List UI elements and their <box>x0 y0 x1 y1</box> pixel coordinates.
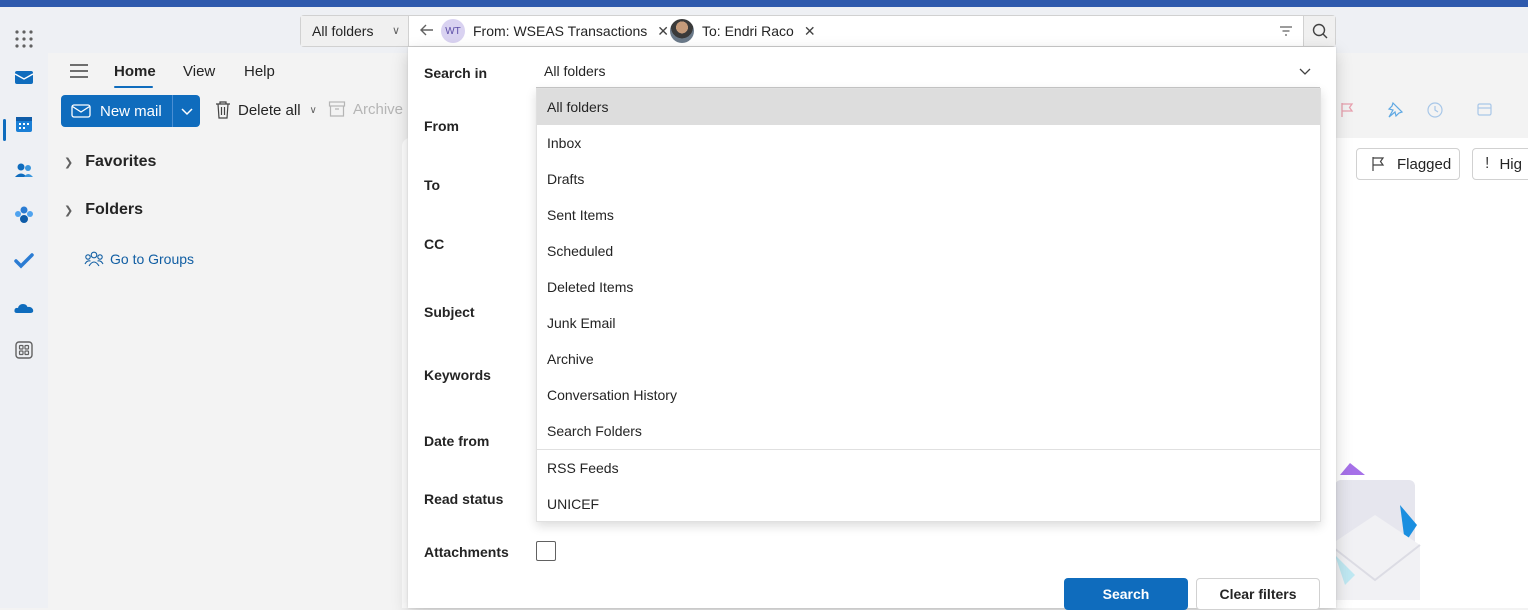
calendar-icon[interactable] <box>12 112 36 136</box>
archive-button[interactable]: Archive <box>328 100 403 118</box>
dropdown-option-scheduled[interactable]: Scheduled <box>537 233 1320 269</box>
top-accent-bar <box>0 0 1528 7</box>
filter-icon[interactable] <box>1277 22 1295 40</box>
mail-icon[interactable] <box>12 65 36 89</box>
dropdown-option-inbox[interactable]: Inbox <box>537 125 1320 161</box>
clear-filters-button[interactable]: Clear filters <box>1196 578 1320 610</box>
cc-label: CC <box>424 236 445 252</box>
chevron-down-icon[interactable]: ∨ <box>310 105 317 116</box>
groups-icon <box>84 251 104 267</box>
from-label: From <box>424 118 459 134</box>
dropdown-option-conversation-history[interactable]: Conversation History <box>537 377 1320 413</box>
new-mail-button[interactable]: New mail <box>61 95 172 127</box>
trash-icon <box>216 101 230 119</box>
pin-icon[interactable] <box>1386 101 1404 119</box>
archive-label: Archive <box>353 100 404 118</box>
clock-icon[interactable] <box>1426 101 1444 119</box>
chevron-down-icon: ∨ <box>391 25 400 37</box>
app-rail <box>0 53 48 608</box>
flagged-filter-button[interactable]: Flagged <box>1356 148 1460 180</box>
keywords-label: Keywords <box>424 367 491 383</box>
dropdown-option-archive[interactable]: Archive <box>537 341 1320 377</box>
go-to-groups-label: Go to Groups <box>110 251 195 267</box>
exclamation-icon: ! <box>1485 155 1490 172</box>
chevron-down-icon[interactable] <box>1298 64 1312 78</box>
attachments-checkbox[interactable] <box>536 541 556 561</box>
attachments-label: Attachments <box>424 544 509 560</box>
mail-icon <box>71 104 91 118</box>
from-filter-chip[interactable]: WT From: WSEAS Transactions ✕ <box>441 18 669 44</box>
search-box[interactable]: All folders ∨ WT From: WSEAS Transaction… <box>300 15 1336 47</box>
people-icon[interactable] <box>12 158 36 182</box>
dropdown-option-rss-feeds[interactable]: RSS Feeds <box>537 450 1320 486</box>
tab-view[interactable]: View <box>183 63 215 80</box>
high-label: Hig <box>1499 155 1522 173</box>
folders-node[interactable]: ❯ Folders <box>64 201 143 219</box>
flagged-label: Flagged <box>1397 155 1452 173</box>
close-icon[interactable]: ✕ <box>804 23 816 40</box>
tab-home[interactable]: Home <box>114 63 156 80</box>
chip-label: To: Endri Raco <box>702 23 794 39</box>
favorites-label: Favorites <box>85 153 157 170</box>
to-label: To <box>424 177 441 193</box>
apps-icon[interactable] <box>12 338 36 362</box>
read-status-label: Read status <box>424 491 504 507</box>
chevron-right-icon: ❯ <box>64 156 74 169</box>
tab-home-indicator <box>114 86 153 88</box>
to-filter-chip[interactable]: To: Endri Raco ✕ <box>670 18 816 44</box>
dropdown-option-all-folders[interactable]: All folders <box>537 89 1320 125</box>
delete-all-button[interactable]: Delete all ∨ <box>214 100 317 120</box>
dropdown-option-deleted-items[interactable]: Deleted Items <box>537 269 1320 305</box>
search-button[interactable] <box>1303 16 1335 46</box>
avatar <box>670 19 694 43</box>
categorize-icon[interactable] <box>1476 101 1494 119</box>
dropdown-option-unicef[interactable]: UNICEF <box>537 486 1320 522</box>
search-scope-dropdown[interactable]: All folders ∨ <box>301 16 409 46</box>
search-in-dropdown-list: All folders Inbox Drafts Sent Items Sche… <box>536 88 1321 522</box>
folders-label: Folders <box>85 201 144 218</box>
navigation-pane <box>48 53 402 608</box>
tab-help[interactable]: Help <box>244 63 275 80</box>
go-to-groups-link[interactable]: Go to Groups <box>84 250 194 268</box>
close-icon[interactable]: ✕ <box>657 23 669 40</box>
chevron-down-icon <box>181 108 193 116</box>
hamburger-icon[interactable] <box>70 64 88 78</box>
delete-all-label: Delete all <box>238 101 301 119</box>
app-launcher-icon[interactable] <box>14 29 34 49</box>
archive-icon <box>328 101 346 117</box>
active-indicator <box>3 119 6 141</box>
teams-icon[interactable] <box>12 203 36 227</box>
back-arrow-icon[interactable] <box>417 20 437 40</box>
new-mail-dropdown-button[interactable] <box>172 95 200 127</box>
onedrive-icon[interactable] <box>12 296 36 320</box>
search-in-label: Search in <box>424 65 488 81</box>
favorites-node[interactable]: ❯ Favorites <box>64 153 156 171</box>
chevron-right-icon: ❯ <box>64 204 74 217</box>
flag-icon[interactable] <box>1338 101 1356 119</box>
dropdown-option-drafts[interactable]: Drafts <box>537 161 1320 197</box>
dropdown-option-junk-email[interactable]: Junk Email <box>537 305 1320 341</box>
empty-mailbox-illustration <box>1329 463 1421 600</box>
search-scope-label: All folders <box>312 23 374 39</box>
chip-label: From: WSEAS Transactions <box>473 23 648 39</box>
search-icon <box>1312 23 1328 39</box>
todo-icon[interactable] <box>12 249 36 273</box>
dropdown-option-search-folders[interactable]: Search Folders <box>537 413 1320 449</box>
high-importance-filter-button[interactable]: ! Hig <box>1472 148 1528 180</box>
search-submit-button[interactable]: Search <box>1064 578 1188 610</box>
search-in-value[interactable]: All folders <box>544 63 605 79</box>
subject-label: Subject <box>424 304 475 320</box>
avatar: WT <box>441 19 465 43</box>
new-mail-label: New mail <box>100 102 162 120</box>
date-from-label: Date from <box>424 433 490 449</box>
dropdown-option-sent-items[interactable]: Sent Items <box>537 197 1320 233</box>
flag-icon <box>1372 157 1385 171</box>
